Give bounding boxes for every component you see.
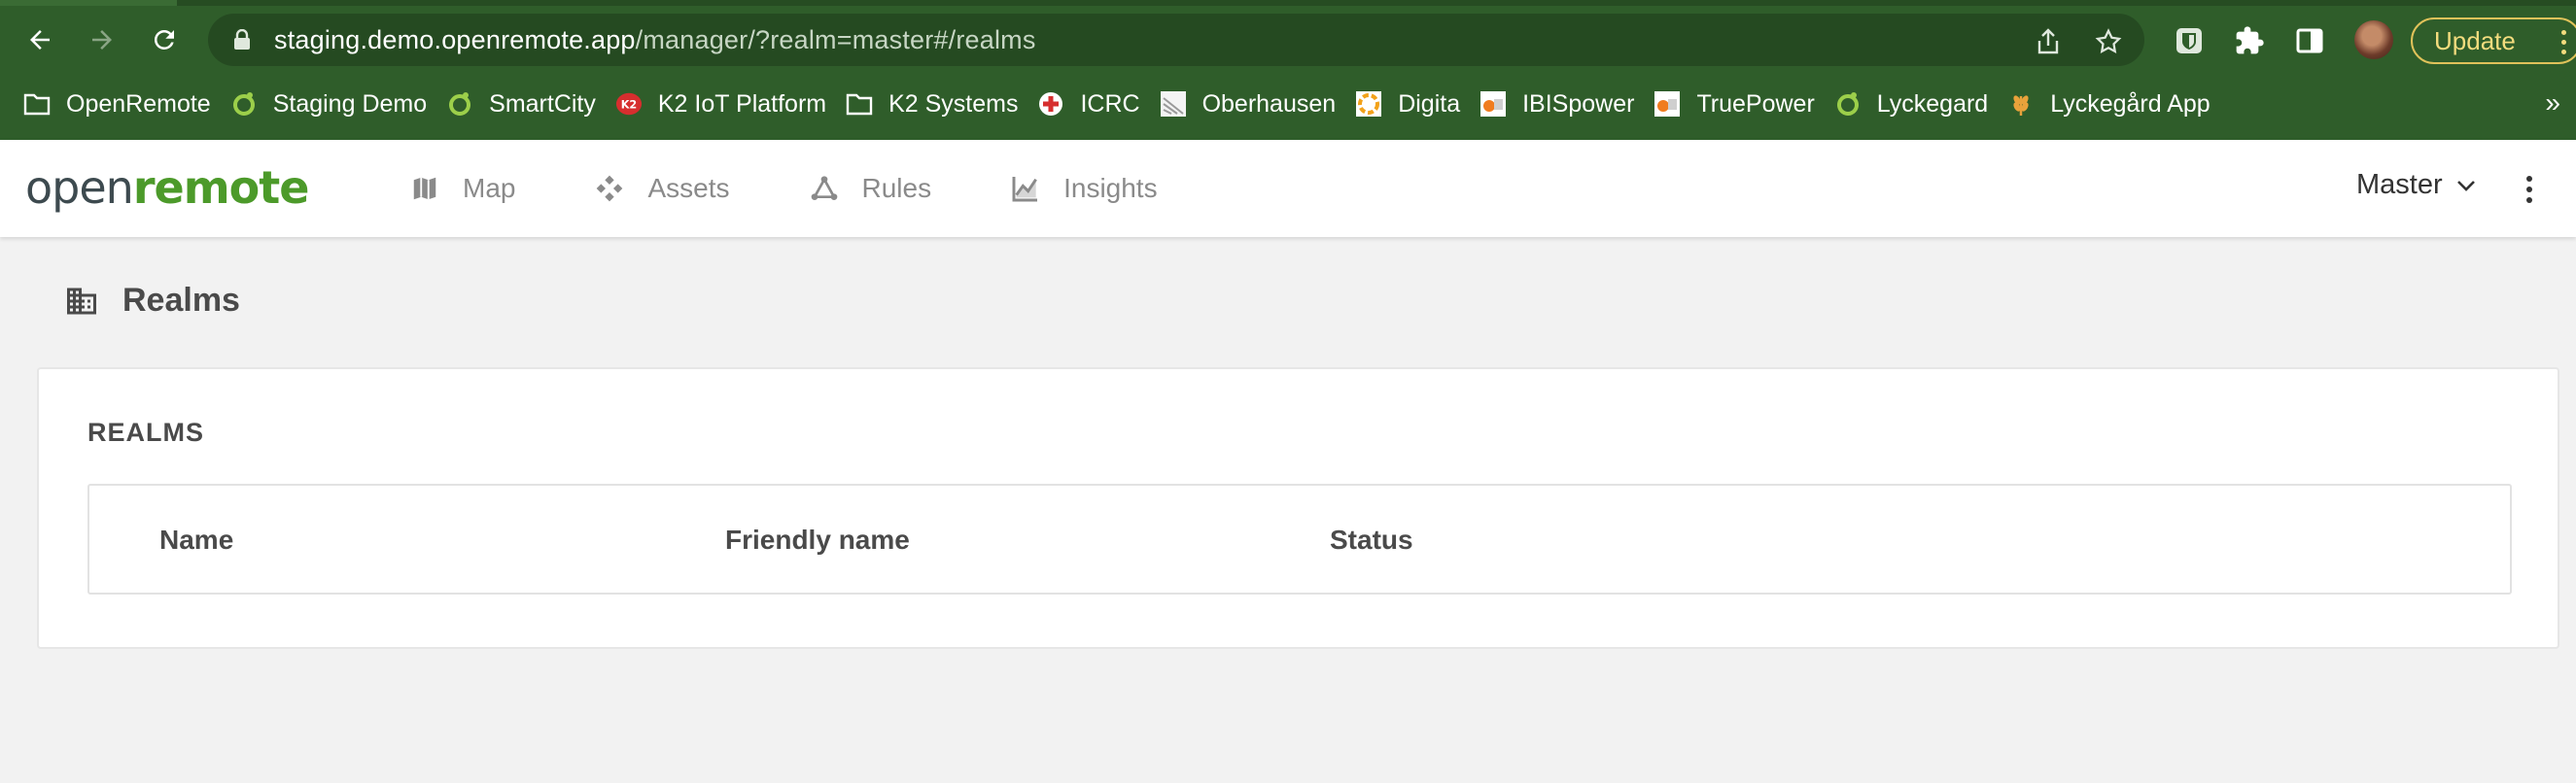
nav-insights[interactable]: Insights: [1009, 172, 1158, 205]
column-header-name[interactable]: Name: [159, 525, 233, 556]
nav-rules-label: Rules: [861, 173, 932, 203]
bookmark-label: ICRC: [1080, 89, 1140, 118]
wheat-icon: [2007, 90, 2035, 118]
extensions-puzzle-icon[interactable]: [2234, 25, 2265, 56]
browser-toolbar: staging.demo.openremote.app/manager/?rea…: [0, 6, 2576, 76]
browser-chrome: staging.demo.openremote.app/manager/?rea…: [0, 0, 2576, 140]
update-button[interactable]: Update: [2411, 17, 2576, 64]
page-title: Realms: [122, 282, 240, 319]
folder-icon: [23, 90, 51, 118]
bookmark-ibispower[interactable]: IBISpower: [1470, 84, 1644, 124]
bookmark-label: Lyckegård App: [2050, 89, 2210, 118]
bookmark-staging-demo[interactable]: Staging Demo: [221, 84, 436, 124]
bookmark-truepower[interactable]: TruePower: [1644, 84, 1824, 124]
main-nav: Map Assets Rules Insights: [408, 161, 1236, 216]
bookmark-k2-iot-platform[interactable]: K2 K2 IoT Platform: [606, 84, 836, 124]
address-bar[interactable]: staging.demo.openremote.app/manager/?rea…: [208, 14, 2144, 66]
arrow-right-icon: [92, 30, 112, 50]
bookmark-label: SmartCity: [489, 89, 596, 118]
nav-assets-label: Assets: [647, 173, 730, 203]
bookmark-label: Oberhausen: [1201, 89, 1337, 118]
logo-remote-text: remote: [132, 161, 310, 214]
url-text[interactable]: staging.demo.openremote.app/manager/?rea…: [274, 25, 1036, 55]
nav-map-label: Map: [463, 173, 516, 203]
update-button-label: Update: [2434, 25, 2516, 55]
ibis-icon: [1479, 90, 1507, 118]
bookmark-lyckegard-app[interactable]: Lyckegård App: [1998, 84, 2219, 124]
bookmark-star-icon[interactable]: [2094, 27, 2123, 56]
bookmark-label: OpenRemote: [66, 89, 211, 118]
bookmark-label: IBISpower: [1522, 89, 1635, 118]
panel-heading: REALMS: [87, 418, 204, 447]
rules-icon: [808, 172, 841, 205]
chevron-down-icon: [2456, 180, 2475, 191]
column-header-friendly-name[interactable]: Friendly name: [725, 525, 910, 556]
realms-panel: REALMS Name Friendly name Status: [37, 367, 2559, 649]
bookmark-label: Staging Demo: [272, 89, 428, 118]
assets-icon: [593, 172, 626, 205]
page-header: Realms: [64, 282, 240, 320]
url-path: /manager/?realm=master#/realms: [635, 24, 1036, 54]
openremote-logo[interactable]: openremote: [25, 161, 310, 214]
bookmark-icrc[interactable]: ICRC: [1027, 84, 1149, 124]
column-header-status[interactable]: Status: [1330, 525, 1413, 556]
back-button[interactable]: [17, 17, 62, 62]
more-options-icon[interactable]: [2518, 173, 2541, 206]
realm-selector[interactable]: Master: [2356, 169, 2476, 201]
k2-logo-icon: K2: [615, 90, 643, 118]
profile-avatar[interactable]: [2354, 20, 2393, 59]
side-panel-icon[interactable]: [2294, 25, 2325, 56]
digita-icon: [1355, 90, 1382, 118]
url-host: staging.demo.openremote.app: [274, 24, 636, 54]
domain-icon: [67, 288, 96, 314]
bookmarks-bar: OpenRemote Staging Demo SmartCity K2 K2 …: [0, 84, 2576, 124]
bookmark-smartcity[interactable]: SmartCity: [436, 84, 606, 124]
bookmark-label: Digita: [1398, 89, 1461, 118]
reload-icon: [154, 29, 174, 50]
bitwarden-extension-icon[interactable]: [2174, 25, 2205, 56]
bookmark-label: K2 IoT Platform: [657, 89, 827, 118]
kebab-menu-icon[interactable]: [2561, 30, 2566, 54]
reload-button[interactable]: [142, 17, 187, 62]
bookmark-openremote[interactable]: OpenRemote: [14, 84, 221, 124]
nav-insights-label: Insights: [1063, 173, 1158, 203]
bookmark-digita[interactable]: Digita: [1345, 84, 1470, 124]
bookmark-label: Lyckegard: [1876, 89, 1989, 118]
logo-open-text: open: [25, 161, 134, 214]
red-cross-icon: [1037, 90, 1064, 118]
ibis-icon: [1654, 90, 1681, 118]
bookmark-label: TruePower: [1696, 89, 1815, 118]
forward-button[interactable]: [80, 17, 124, 62]
bookmarks-overflow-icon[interactable]: »: [2545, 87, 2560, 119]
arrow-left-icon: [30, 30, 50, 50]
bookmark-lyckegard[interactable]: Lyckegard: [1825, 84, 1998, 124]
bookmark-label: K2 Systems: [888, 89, 1019, 118]
share-icon[interactable]: [2034, 27, 2063, 56]
openremote-ring-icon: [230, 90, 258, 118]
insights-icon: [1009, 172, 1042, 205]
nav-map[interactable]: Map: [408, 172, 515, 205]
openremote-ring-icon: [1834, 90, 1862, 118]
svg-text:K2: K2: [621, 99, 637, 112]
oberhausen-icon: [1160, 90, 1187, 118]
bookmark-oberhausen[interactable]: Oberhausen: [1150, 84, 1346, 124]
nav-rules[interactable]: Rules: [808, 172, 932, 205]
lock-icon[interactable]: [233, 28, 253, 51]
bookmark-k2-systems[interactable]: K2 Systems: [836, 84, 1027, 124]
folder-icon: [846, 90, 873, 118]
app-header: openremote Map Assets Rules Insights Mas…: [0, 140, 2576, 237]
nav-assets[interactable]: Assets: [593, 172, 730, 205]
realms-table: Name Friendly name Status: [87, 484, 2512, 595]
map-icon: [408, 172, 441, 205]
openremote-ring-icon: [446, 90, 473, 118]
realm-selector-value: Master: [2356, 169, 2443, 200]
